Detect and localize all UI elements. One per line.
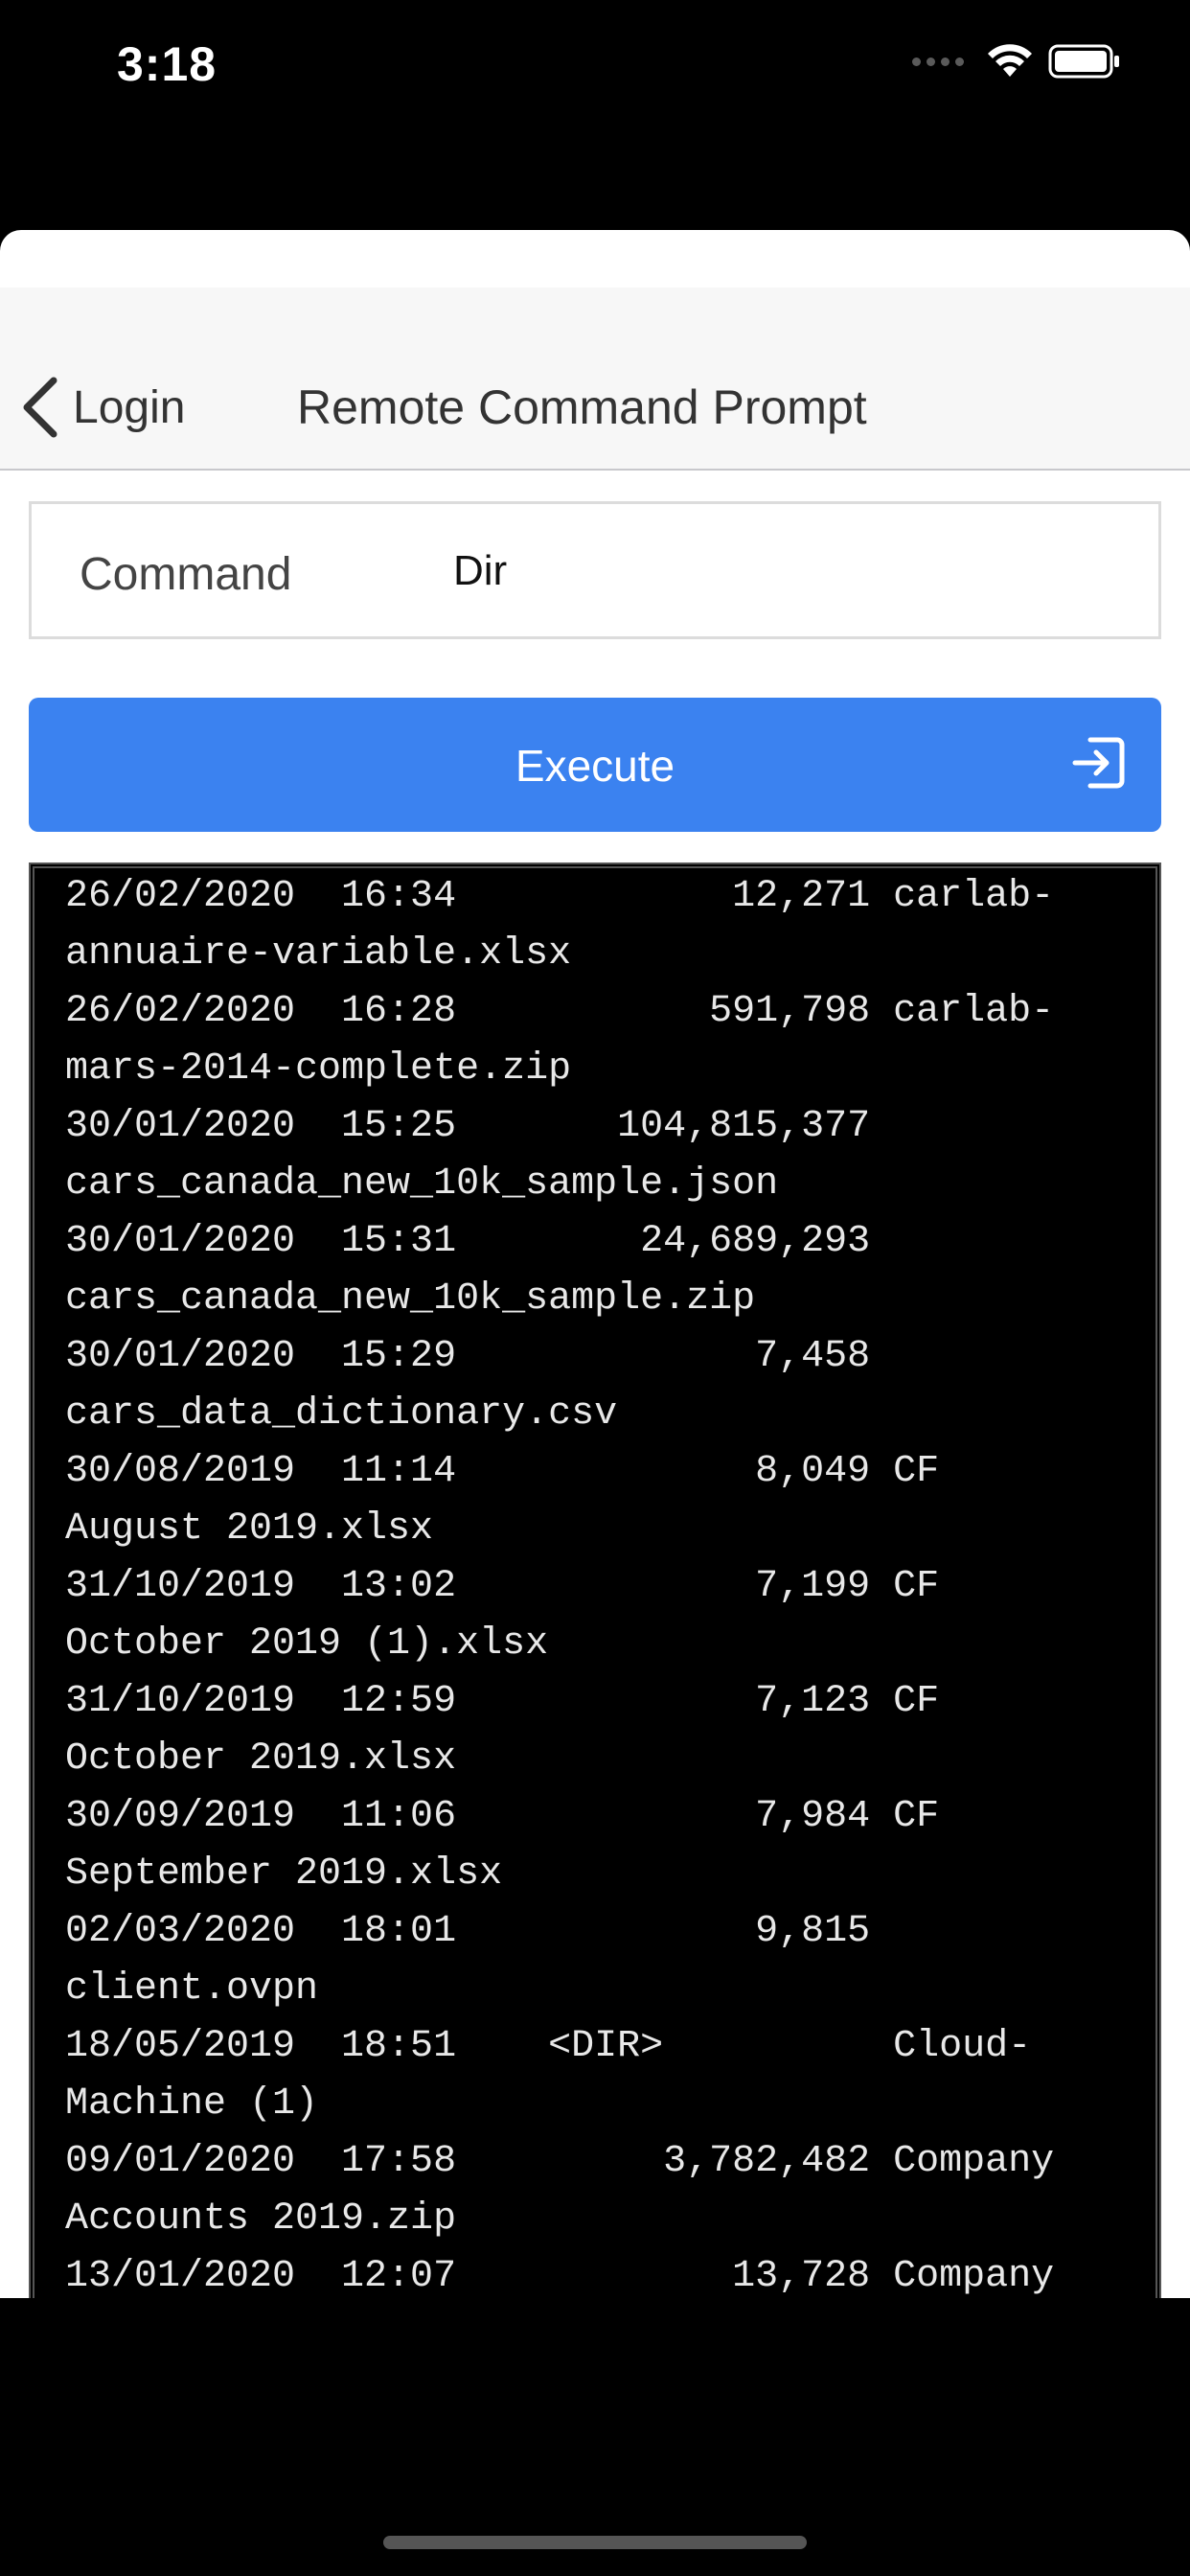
page-title: Remote Command Prompt: [297, 380, 867, 434]
output-line: 09/01/2020 17:58 3,782,482 Company: [65, 2140, 1055, 2183]
back-button[interactable]: Login: [19, 374, 185, 441]
command-output-console[interactable]: 26/02/2020 16:34 12,271 carlab-annuaire-…: [29, 862, 1161, 2298]
navigation-bar: Login Remote Command Prompt: [0, 288, 1190, 471]
output-line: cars_canada_new_10k_sample.zip: [65, 1277, 756, 1321]
back-label: Login: [73, 381, 186, 433]
output-line: 30/08/2019 11:14 8,049 CF: [65, 1450, 940, 1493]
output-line: cars_data_dictionary.csv: [65, 1392, 618, 1436]
output-line: Machine (1): [65, 2082, 319, 2126]
output-line: 30/09/2019 11:06 7,984 CF: [65, 1795, 940, 1838]
output-line: 02/03/2020 18:01 9,815: [65, 1910, 871, 1953]
wifi-icon: [988, 44, 1032, 77]
execute-button[interactable]: Execute: [29, 698, 1161, 832]
output-line: 31/10/2019 12:59 7,123 CF: [65, 1680, 940, 1723]
command-label: Command: [80, 549, 292, 600]
status-time: 3:18: [117, 37, 217, 91]
chevron-left-icon: [23, 377, 57, 438]
signal-icon: [912, 57, 964, 66]
output-line: mars-2014-complete.zip: [65, 1047, 572, 1091]
exit-arrow-icon: [1072, 737, 1125, 789]
command-output-text: 26/02/2020 16:34 12,271 carlab-annuaire-…: [65, 868, 1138, 2298]
output-line: 26/02/2020 16:34 12,271 carlab-: [65, 875, 1055, 918]
output-line: 30/01/2020 15:25 104,815,377: [65, 1105, 871, 1148]
output-line: 18/05/2019 18:51 <DIR> Cloud-: [65, 2025, 1032, 2068]
output-line: 30/01/2020 15:29 7,458: [65, 1335, 871, 1378]
home-indicator[interactable]: [383, 2536, 807, 2549]
output-line: Accounts 2019.zip: [65, 2197, 457, 2241]
status-bar: 3:18: [0, 0, 1190, 134]
execute-label: Execute: [515, 741, 675, 791]
output-line: client.ovpn: [65, 1967, 319, 2011]
output-line: cars_canada_new_10k_sample.json: [65, 1162, 779, 1206]
output-line: September 2019.xlsx: [65, 1852, 503, 1896]
output-line: 30/01/2020 15:31 24,689,293: [65, 1220, 871, 1263]
battery-icon: [1048, 44, 1119, 79]
output-line: October 2019 (1).xlsx: [65, 1622, 549, 1666]
status-icons: [912, 42, 1121, 80]
command-input[interactable]: [453, 533, 1124, 610]
output-line: 31/10/2019 13:02 7,199 CF: [65, 1565, 940, 1608]
modal-sheet: Login Remote Command Prompt Command Exec…: [0, 230, 1190, 2298]
output-line: 26/02/2020 16:28 591,798 carlab-: [65, 990, 1055, 1033]
output-line: August 2019.xlsx: [65, 1507, 434, 1551]
output-line: October 2019.xlsx: [65, 1737, 457, 1781]
output-line: annuaire-variable.xlsx: [65, 932, 572, 976]
command-field-row: Command: [29, 501, 1161, 639]
output-line: 13/01/2020 12:07 13,728 Company: [65, 2255, 1055, 2298]
